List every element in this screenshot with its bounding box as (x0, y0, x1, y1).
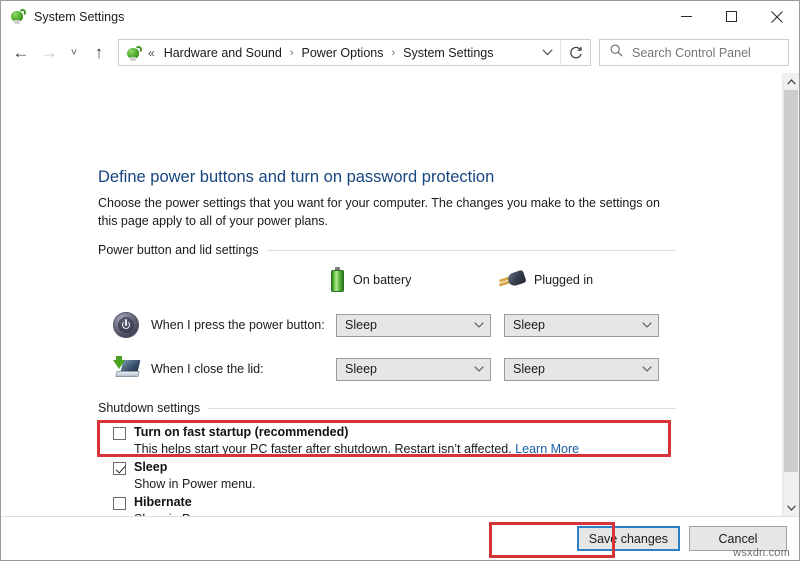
vertical-scrollbar[interactable] (782, 73, 799, 516)
dropdown-value: Sleep (345, 362, 470, 376)
checkbox-fast-startup[interactable] (113, 427, 126, 440)
dropdown-power-button-plugged-in[interactable]: Sleep (504, 314, 659, 337)
up-arrow-icon[interactable]: ↑ (85, 38, 113, 68)
search-input[interactable]: Search Control Panel (599, 39, 789, 66)
system-settings-window: System Settings ← → ˅ ↑ (0, 0, 800, 561)
breadcrumb-chevron-down-icon[interactable] (534, 40, 560, 65)
settings-content: Define power buttons and turn on passwor… (1, 73, 782, 516)
window-controls (664, 1, 799, 32)
breadcrumb: « Hardware and Sound › Power Options › S… (119, 44, 534, 62)
chevron-down-icon (638, 366, 656, 372)
title-bar-left: System Settings (1, 8, 124, 25)
dropdown-close-lid-on-battery[interactable]: Sleep (336, 358, 491, 381)
column-header-plugged-in: Plugged in (499, 267, 593, 292)
checkbox-label-fast-startup[interactable]: Turn on fast startup (recommended) (134, 425, 348, 439)
search-icon (610, 44, 623, 62)
setting-row-close-lid: When I close the lid: Sleep Sleep (111, 352, 672, 386)
scroll-up-chevron-up-icon[interactable] (783, 73, 799, 90)
scrollbar-track[interactable] (783, 90, 799, 499)
forward-arrow-icon[interactable]: → (35, 38, 63, 68)
list-item-fast-startup: Turn on fast startup (recommended) This … (113, 425, 673, 458)
maximize-icon[interactable] (709, 1, 754, 32)
setting-label-power-button: When I press the power button: (151, 318, 336, 332)
column-header-on-battery: On battery (331, 267, 499, 292)
setting-row-power-button: When I press the power button: Sleep Sle… (111, 308, 672, 342)
recent-locations-chevron-down-icon[interactable]: ˅ (63, 38, 85, 68)
scroll-down-chevron-down-icon[interactable] (783, 499, 799, 516)
save-changes-button[interactable]: Save changes (577, 526, 680, 551)
search-placeholder: Search Control Panel (632, 46, 751, 60)
dialog-footer: Save changes Cancel wsxdn.com (1, 516, 799, 560)
dropdown-close-lid-plugged-in[interactable]: Sleep (504, 358, 659, 381)
refresh-icon[interactable] (560, 40, 590, 65)
section-header-power-button-and-lid-settings: Power button and lid settings (98, 243, 676, 257)
dropdown-value: Sleep (513, 318, 638, 332)
list-item-sleep: Sleep Show in Power menu. (113, 460, 673, 493)
minimize-icon[interactable] (664, 1, 709, 32)
checkbox-sleep[interactable] (113, 462, 126, 475)
power-plug-icon (126, 45, 143, 61)
chevron-down-icon (470, 366, 488, 372)
page-title: Define power buttons and turn on passwor… (98, 168, 494, 187)
content-wrapper: Define power buttons and turn on passwor… (1, 73, 799, 516)
scrollbar-thumb[interactable] (784, 90, 798, 472)
address-bar[interactable]: « Hardware and Sound › Power Options › S… (118, 39, 591, 66)
checkbox-label-sleep[interactable]: Sleep (134, 460, 167, 474)
page-description: Choose the power settings that you want … (98, 194, 673, 230)
dropdown-value: Sleep (345, 318, 470, 332)
dropdown-value: Sleep (513, 362, 638, 376)
power-plug-icon (10, 8, 27, 25)
laptop-lid-icon (111, 354, 141, 384)
title-bar: System Settings (1, 1, 799, 32)
description-text: This helps start your PC faster after sh… (134, 442, 515, 456)
chevron-down-icon (638, 322, 656, 328)
navigation-bar: ← → ˅ ↑ « Hardware and Sound › Power Opt… (1, 32, 799, 73)
breadcrumb-separator[interactable]: › (285, 47, 299, 59)
battery-icon (331, 267, 344, 292)
column-label: On battery (353, 273, 411, 287)
checkbox-label-hibernate[interactable]: Hibernate (134, 495, 192, 509)
breadcrumb-overflow[interactable]: « (148, 46, 161, 60)
breadcrumb-item-system-settings[interactable]: System Settings (400, 44, 496, 62)
checkbox-description-fast-startup: This helps start your PC faster after sh… (134, 441, 673, 458)
setting-label-close-lid: When I close the lid: (151, 362, 336, 376)
checkbox-hibernate[interactable] (113, 497, 126, 510)
column-headers: On battery Plugged in (331, 267, 593, 292)
breadcrumb-item-hardware-and-sound[interactable]: Hardware and Sound (161, 44, 285, 62)
shutdown-settings-list: Turn on fast startup (recommended) This … (113, 425, 673, 516)
section-header-shutdown-settings: Shutdown settings (98, 401, 676, 415)
column-label: Plugged in (534, 273, 593, 287)
learn-more-link[interactable]: Learn More (515, 442, 579, 456)
dropdown-power-button-on-battery[interactable]: Sleep (336, 314, 491, 337)
close-icon[interactable] (754, 1, 799, 32)
breadcrumb-separator[interactable]: › (386, 47, 400, 59)
list-item-hibernate: Hibernate Show in Power menu. (113, 495, 673, 516)
chevron-down-icon (470, 322, 488, 328)
section-divider (267, 250, 676, 251)
power-plug-icon (499, 271, 525, 288)
checkbox-description-sleep: Show in Power menu. (134, 476, 673, 493)
back-arrow-icon[interactable]: ← (7, 38, 35, 68)
section-divider (208, 408, 676, 409)
watermark: wsxdn.com (733, 547, 790, 559)
power-button-icon (111, 310, 141, 340)
window-title: System Settings (34, 10, 124, 24)
section-label: Shutdown settings (98, 401, 200, 415)
section-label: Power button and lid settings (98, 243, 259, 257)
breadcrumb-item-power-options[interactable]: Power Options (299, 44, 387, 62)
